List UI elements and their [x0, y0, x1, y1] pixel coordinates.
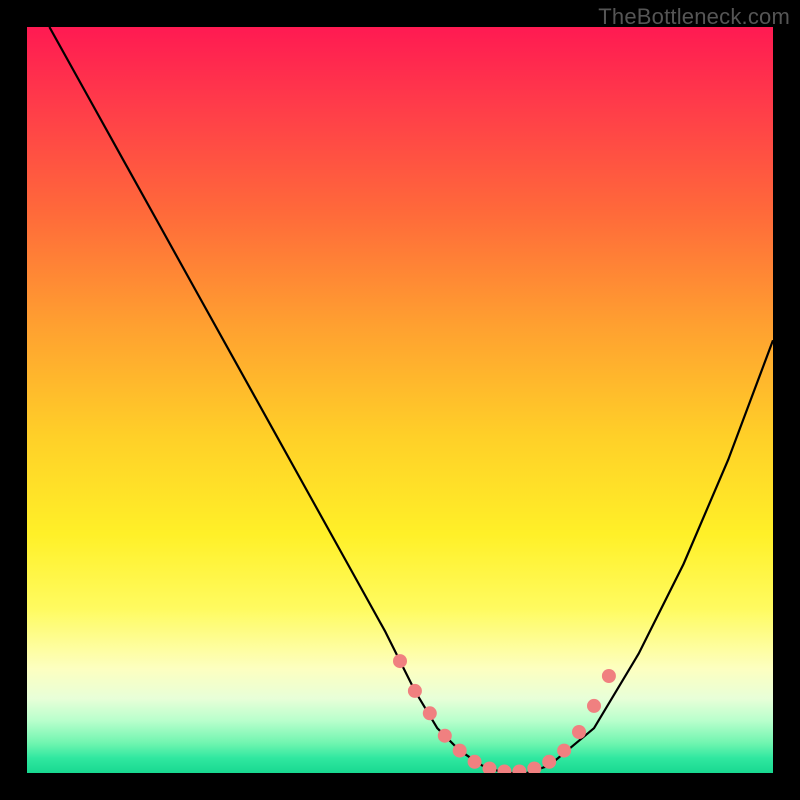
- curve-marker: [468, 755, 482, 769]
- watermark-text: TheBottleneck.com: [598, 4, 790, 30]
- curve-marker: [527, 762, 541, 774]
- curve-markers: [27, 27, 773, 773]
- curve-marker: [438, 729, 452, 743]
- curve-marker: [408, 684, 422, 698]
- curve-marker: [393, 654, 407, 668]
- curve-marker: [483, 762, 497, 774]
- curve-marker: [423, 706, 437, 720]
- curve-marker: [587, 699, 601, 713]
- curve-marker: [542, 755, 556, 769]
- curve-marker: [602, 669, 616, 683]
- curve-marker: [453, 744, 467, 758]
- curve-marker: [512, 765, 526, 774]
- curve-marker: [497, 765, 511, 774]
- plot-area: [27, 27, 773, 773]
- curve-marker: [572, 725, 586, 739]
- curve-marker: [557, 744, 571, 758]
